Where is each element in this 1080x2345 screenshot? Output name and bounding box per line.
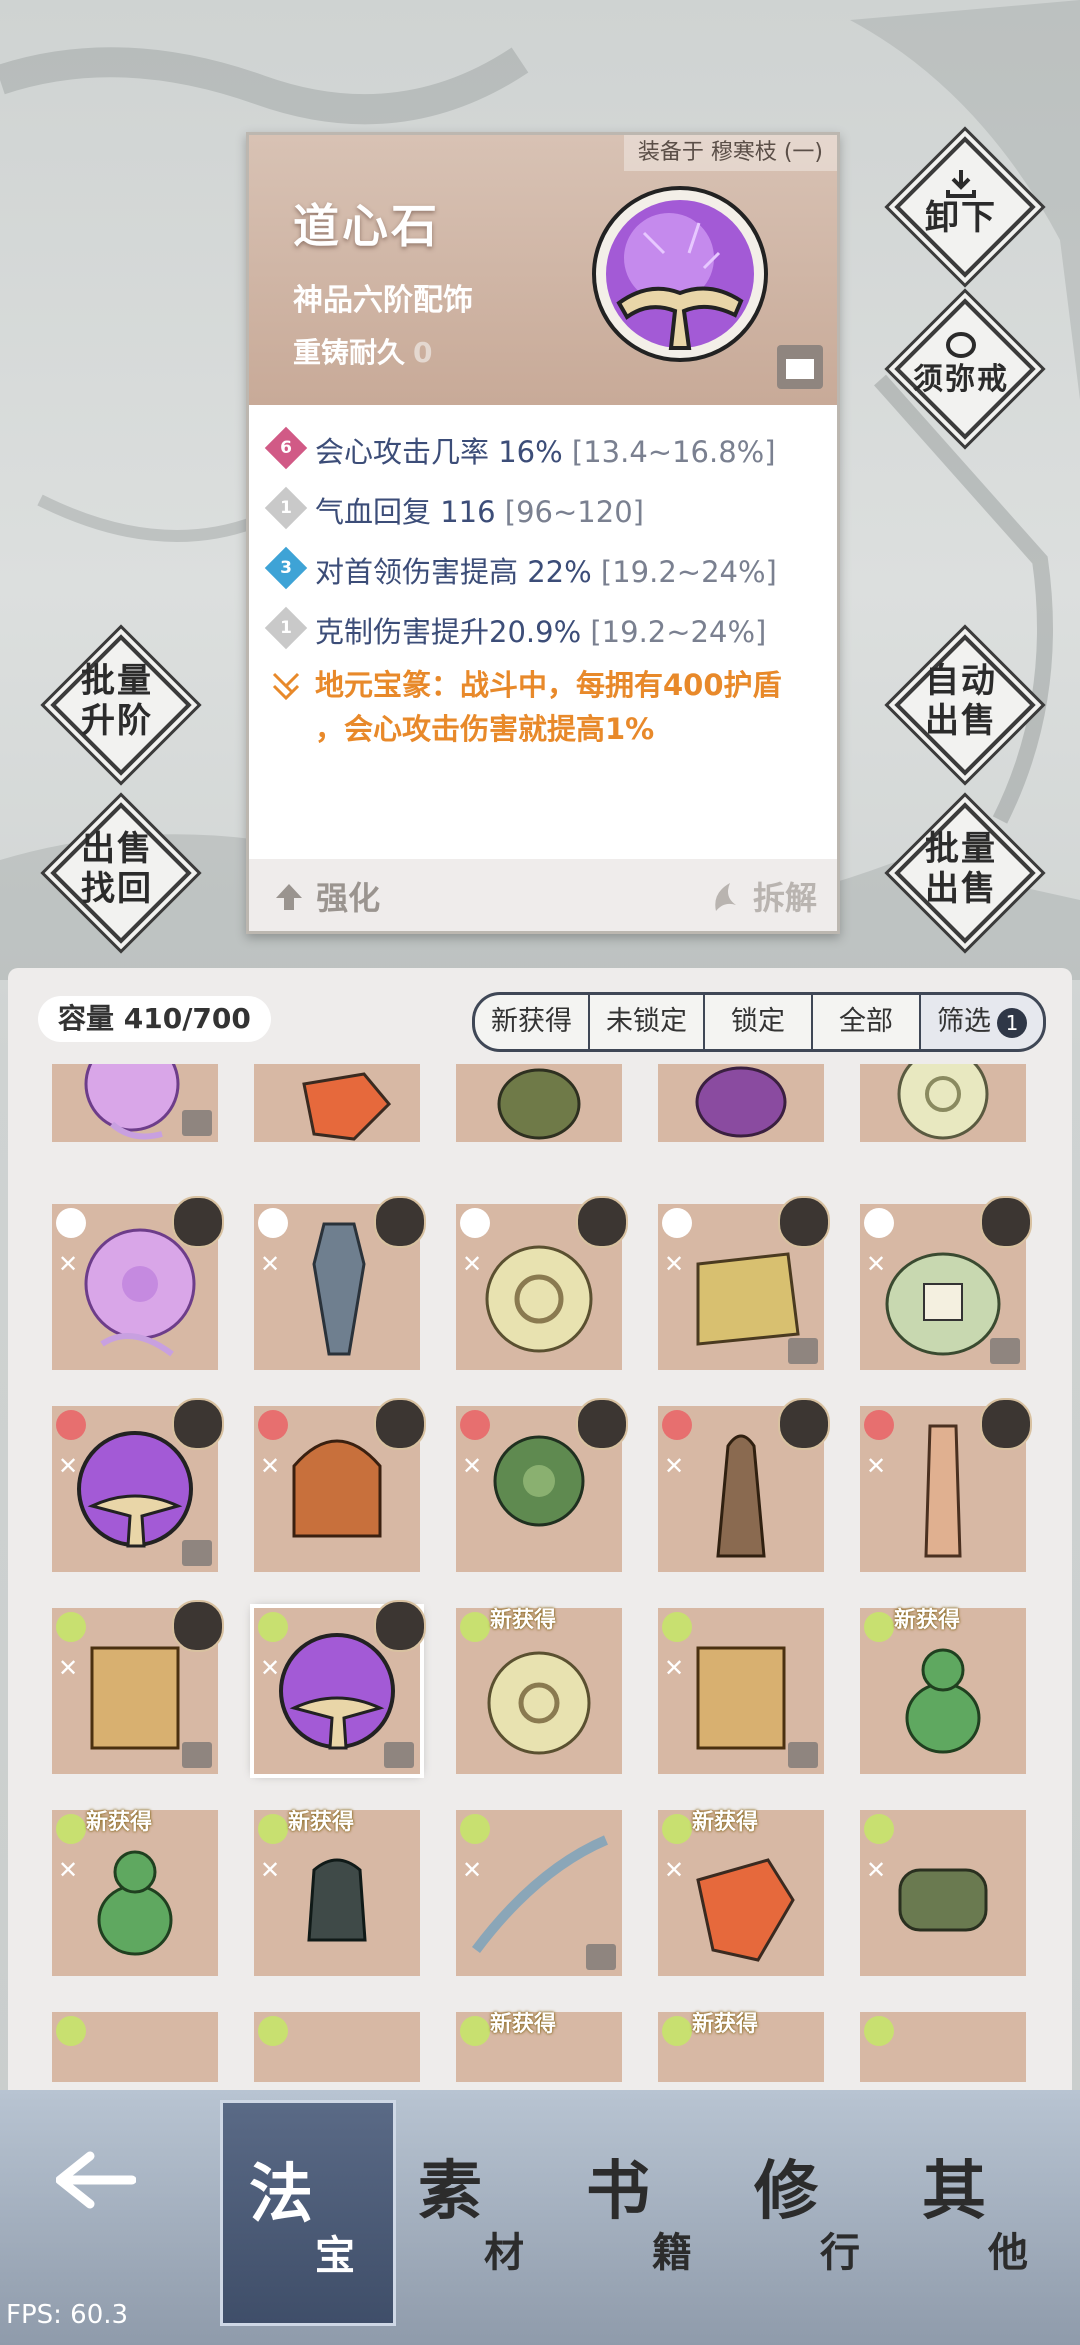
ring-storage-button[interactable]: 须弥戒 bbox=[894, 298, 1036, 440]
stat-range: [13.4~16.8%] bbox=[571, 435, 776, 469]
item-cell[interactable]: ✕ bbox=[860, 1398, 1032, 1572]
item-orb-icon bbox=[592, 186, 768, 362]
filter-unlocked[interactable]: 未锁定 bbox=[590, 995, 705, 1049]
filter-screen[interactable]: 筛选 1 bbox=[921, 995, 1043, 1049]
stat-row: 1 克制伤害提升20.9% [19.2~24%] bbox=[264, 605, 821, 665]
item-cell[interactable] bbox=[658, 1064, 824, 1142]
ring-icon bbox=[946, 332, 976, 358]
stat-range: [19.2~24%] bbox=[600, 555, 777, 589]
item-cell[interactable]: ✕ bbox=[52, 1196, 224, 1370]
capacity-label: 容量 410/700 bbox=[38, 996, 271, 1042]
stat-range: [19.2~24%] bbox=[590, 615, 767, 649]
item-cell[interactable]: ✕ bbox=[860, 1810, 1026, 1976]
fps-counter: FPS: 60.3 bbox=[6, 2300, 129, 2330]
item-cell[interactable]: 新获得 bbox=[456, 1608, 622, 1774]
auto-sell-button[interactable]: 自动 出售 bbox=[894, 634, 1036, 776]
stat-level-icon: 3 bbox=[264, 546, 308, 590]
reforge-value: 0 bbox=[413, 336, 433, 369]
item-cell[interactable] bbox=[52, 2012, 218, 2082]
special-effect: 地元宝篆：战斗中，每拥有400护盾 ，会心攻击伤害就提高1% bbox=[271, 663, 811, 751]
leaf-icon bbox=[715, 883, 736, 911]
item-cell[interactable] bbox=[860, 1064, 1026, 1142]
item-cell[interactable]: ✕ bbox=[456, 1398, 628, 1572]
reforge-label: 重铸耐久 bbox=[293, 336, 406, 369]
rune-icon bbox=[272, 672, 300, 701]
tab-other[interactable]: 其他 bbox=[896, 2100, 1066, 2320]
item-cell[interactable]: ✕ 新获得 bbox=[52, 1810, 218, 1976]
stat-row: 1 气血回复 116 [96~120] bbox=[264, 485, 821, 545]
inventory-panel: 容量 410/700 新获得 未锁定 锁定 全部 筛选 1 ✕ ✕ ✕ ✕ ✕ … bbox=[8, 968, 1072, 2108]
item-grade: 神品六阶配饰 bbox=[293, 283, 473, 318]
reforge-durability: 重铸耐久 0 bbox=[293, 331, 433, 371]
item-cell[interactable]: ✕ bbox=[254, 1196, 426, 1370]
tab-materials[interactable]: 素材 bbox=[392, 2100, 562, 2320]
stat-level-icon: 1 bbox=[264, 486, 308, 530]
item-cell[interactable]: ✕ 新获得 bbox=[658, 1810, 824, 1976]
download-icon bbox=[946, 170, 976, 198]
item-cell[interactable]: ✕ bbox=[658, 1608, 824, 1774]
item-cell[interactable] bbox=[52, 1064, 218, 1142]
item-cell[interactable]: ✕ bbox=[658, 1398, 830, 1572]
item-detail-card: 装备于 穆寒枝 (一) 道心石 神品六阶配饰 重铸耐久 0 6 会心攻击几率 16… bbox=[246, 132, 840, 934]
item-cell[interactable]: ✕ bbox=[860, 1196, 1032, 1370]
item-cell[interactable]: 新获得 bbox=[456, 2012, 622, 2082]
item-cell[interactable]: ✕ 新获得 bbox=[254, 1810, 420, 1976]
new-badge: 新获得 bbox=[490, 2012, 557, 2037]
item-cell[interactable]: ✕ bbox=[456, 1196, 628, 1370]
stat-text: 克制伤害提升20.9% bbox=[315, 615, 582, 649]
filter-locked[interactable]: 锁定 bbox=[705, 995, 813, 1049]
item-cell[interactable]: ✕ bbox=[52, 1600, 224, 1774]
tab-books[interactable]: 书籍 bbox=[560, 2100, 730, 2320]
item-cell[interactable]: ✕ bbox=[254, 1398, 426, 1572]
stat-text: 对首领伤害提高 22% bbox=[315, 555, 592, 589]
item-cell[interactable]: ✕ bbox=[52, 1398, 224, 1572]
item-cell[interactable] bbox=[254, 1064, 420, 1142]
dismantle-button[interactable]: 拆解 bbox=[710, 873, 817, 919]
item-cell[interactable]: 新获得 bbox=[658, 2012, 824, 2082]
stat-row: 6 会心攻击几率 16% [13.4~16.8%] bbox=[264, 425, 821, 485]
item-cell[interactable] bbox=[860, 2012, 1026, 2082]
up-arrow-icon bbox=[276, 884, 302, 910]
batch-sell-button[interactable]: 批量 出售 bbox=[894, 802, 1036, 944]
stat-list: 6 会心攻击几率 16% [13.4~16.8%] 1 气血回复 116 [96… bbox=[264, 425, 821, 665]
filter-all[interactable]: 全部 bbox=[813, 995, 921, 1049]
stat-row: 3 对首领伤害提高 22% [19.2~24%] bbox=[264, 545, 821, 605]
item-cell[interactable] bbox=[456, 1064, 622, 1142]
item-header: 装备于 穆寒枝 (一) 道心石 神品六阶配饰 重铸耐久 0 bbox=[249, 135, 837, 405]
back-arrow-icon[interactable] bbox=[56, 2150, 136, 2210]
card-actions: 强化 拆解 bbox=[249, 859, 837, 931]
special-text-1: 地元宝篆：战斗中，每拥有400护盾 bbox=[315, 668, 782, 702]
filter-new[interactable]: 新获得 bbox=[475, 995, 590, 1049]
stat-level-icon: 6 bbox=[264, 426, 308, 470]
filter-count-badge: 1 bbox=[997, 1008, 1027, 1038]
tab-cultivation[interactable]: 修行 bbox=[728, 2100, 898, 2320]
stat-text: 气血回复 116 bbox=[315, 495, 496, 529]
special-text-2: ，会心攻击伤害就提高1% bbox=[315, 712, 655, 746]
batch-upgrade-button[interactable]: 批量 升阶 bbox=[50, 634, 192, 776]
stat-range: [96~120] bbox=[504, 495, 644, 529]
item-cell-selected[interactable]: ✕ bbox=[250, 1600, 426, 1778]
lock-icon[interactable] bbox=[777, 345, 823, 389]
tab-treasure[interactable]: 法宝 bbox=[220, 2100, 396, 2326]
item-cell[interactable] bbox=[254, 2012, 420, 2082]
filter-bar: 新获得 未锁定 锁定 全部 筛选 1 bbox=[472, 992, 1046, 1052]
item-name: 道心石 bbox=[293, 199, 440, 253]
item-cell[interactable]: ✕ bbox=[456, 1810, 622, 1976]
sell-recover-button[interactable]: 出售 找回 bbox=[50, 802, 192, 944]
stat-text: 会心攻击几率 16% bbox=[315, 435, 563, 469]
item-cell[interactable]: ✕ bbox=[658, 1196, 830, 1370]
unequip-button[interactable]: 卸下 bbox=[894, 136, 1036, 278]
stat-level-icon: 1 bbox=[264, 606, 308, 650]
item-cell[interactable]: 新获得 bbox=[860, 1608, 1026, 1774]
equipped-on-tag: 装备于 穆寒枝 (一) bbox=[623, 135, 837, 171]
enhance-button[interactable]: 强化 bbox=[273, 873, 380, 919]
new-badge: 新获得 bbox=[692, 2012, 759, 2037]
bottom-nav: 法宝 素材 书籍 修行 其他 bbox=[0, 2090, 1080, 2345]
